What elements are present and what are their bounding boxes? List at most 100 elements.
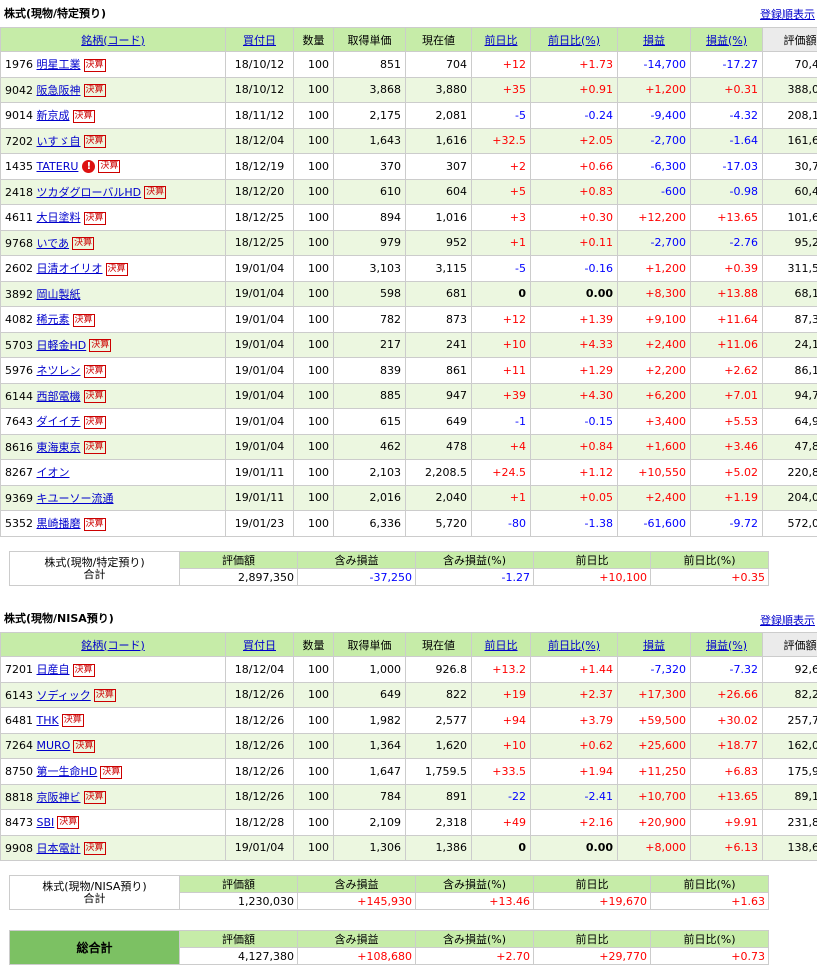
stock-name-link[interactable]: MURO [37, 739, 71, 752]
col-header-date[interactable]: 買付日 [225, 632, 294, 657]
stock-name-link[interactable]: キユーソー流通 [37, 492, 114, 505]
earnings-badge[interactable]: 決算 [72, 237, 95, 251]
stock-name-link[interactable]: 日産自 [37, 663, 70, 676]
earnings-badge[interactable]: 決算 [83, 842, 106, 856]
stock-name-link[interactable]: 日本電計 [37, 842, 81, 855]
sort-by-registration-link-2[interactable]: 登録順表示 [760, 612, 815, 628]
market-value: 220,850 [762, 459, 817, 486]
stock-name-link[interactable]: 阪急阪神 [37, 84, 81, 97]
earnings-badge[interactable]: 決算 [100, 765, 123, 779]
stock-name-link[interactable]: SBI [37, 816, 55, 829]
col-header-chg-pct[interactable]: 前日比(%) [530, 27, 618, 52]
col-header-pnl-pct[interactable]: 損益(%) [690, 27, 763, 52]
stock-name-link[interactable]: 明星工業 [37, 58, 81, 71]
col-header-chg[interactable]: 前日比 [471, 632, 531, 657]
stock-name-link[interactable]: 新京成 [37, 109, 70, 122]
table-row: 9908 日本電計 決算 19/01/04 100 1,306 1,386 0 0.00 +8,… [0, 834, 817, 861]
col-header-chg-pct[interactable]: 前日比(%) [530, 632, 618, 657]
stock-code: 5703 [5, 338, 33, 352]
earnings-badge[interactable]: 決算 [57, 816, 80, 829]
stock-name-link[interactable]: 岡山製紙 [37, 288, 81, 301]
stock-name-link[interactable]: イオン [37, 466, 70, 479]
summary-header: 含み損益(%) [415, 551, 534, 569]
stock-name-link[interactable]: 西部電機 [37, 390, 81, 403]
profit-loss-pct: -7.32 [690, 656, 763, 683]
buy-date: 19/01/04 [225, 433, 294, 460]
profit-loss: +17,300 [617, 681, 691, 708]
col-header-pnl-pct[interactable]: 損益(%) [690, 632, 763, 657]
alert-icon[interactable]: ! [82, 160, 96, 173]
stock-name-link[interactable]: ソディック [37, 689, 91, 702]
profit-loss-pct: +6.83 [690, 758, 763, 785]
cost-price: 979 [333, 229, 406, 256]
stock-code: 5976 [5, 364, 33, 378]
earnings-badge[interactable]: 決算 [83, 390, 106, 404]
profit-loss: +10,700 [617, 783, 691, 810]
earnings-badge[interactable]: 決算 [83, 135, 106, 149]
stock-name-link[interactable]: ダイイチ [37, 415, 81, 428]
stock-code: 9908 [5, 841, 33, 855]
col-header-qty: 数量 [293, 632, 334, 657]
stock-name-link[interactable]: TATERU [37, 160, 79, 173]
market-value: 24,100 [762, 331, 817, 358]
day-change-pct: -0.24 [530, 102, 618, 129]
stock-name-link[interactable]: THK [37, 714, 59, 727]
stock-name-cell: 9014 新京成 決算 [0, 102, 226, 129]
col-header-date[interactable]: 買付日 [225, 27, 294, 52]
stock-name-link[interactable]: いすゞ自 [37, 135, 81, 148]
stock-code: 8267 [5, 466, 33, 480]
stock-name-link[interactable]: いであ [37, 237, 70, 250]
earnings-badge[interactable]: 決算 [72, 313, 95, 327]
stock-code: 7264 [5, 739, 33, 752]
col-header-name[interactable]: 銘柄(コード) [0, 27, 226, 52]
col-header-price: 現在値 [405, 27, 472, 52]
stock-name-link[interactable]: ツカダグローバルHD [37, 186, 142, 199]
summary-value: 2,897,350 [179, 568, 298, 586]
earnings-badge[interactable]: 決算 [83, 84, 106, 98]
profit-loss-pct: +9.91 [690, 809, 763, 836]
col-header-pnl[interactable]: 損益 [617, 632, 691, 657]
stock-name-link[interactable]: 東海東京 [37, 441, 81, 454]
stock-name-link[interactable]: 大日塗料 [37, 211, 81, 224]
table-row: 2418 ツカダグローバルHD 決算 18/12/20 100 610 604 +5 +0.8… [0, 178, 817, 205]
stock-code: 6143 [5, 688, 33, 702]
cost-price: 2,103 [333, 459, 406, 486]
earnings-badge[interactable]: 決算 [83, 517, 106, 531]
summary-header: 前日比(%) [650, 551, 769, 569]
day-change: 0 [471, 834, 531, 861]
cost-price: 1,643 [333, 127, 406, 154]
current-price: 822 [405, 681, 472, 708]
buy-date: 18/12/20 [225, 178, 294, 205]
stock-name-link[interactable]: 京阪神ビ [37, 791, 81, 804]
earnings-badge[interactable]: 決算 [72, 663, 95, 677]
earnings-badge[interactable]: 決算 [93, 689, 116, 703]
stock-name-link[interactable]: ネツレン [37, 364, 81, 377]
earnings-badge[interactable]: 決算 [72, 109, 95, 123]
earnings-badge[interactable]: 決算 [83, 441, 106, 455]
earnings-badge[interactable]: 決算 [144, 186, 167, 200]
earnings-badge[interactable]: 決算 [61, 714, 84, 727]
profit-loss-pct: -0.98 [690, 178, 763, 205]
earnings-badge[interactable]: 決算 [89, 339, 112, 353]
earnings-badge[interactable]: 決算 [73, 739, 96, 753]
market-value: 572,000 [762, 510, 817, 537]
stock-name-cell: 6481 THK 決算 [0, 707, 226, 734]
stock-name-link[interactable]: 日清オイリオ [37, 262, 103, 275]
earnings-badge[interactable]: 決算 [83, 791, 106, 805]
stock-name-link[interactable]: 稀元素 [37, 313, 70, 326]
stock-name-cell: 9768 いであ 決算 [0, 229, 226, 256]
earnings-badge[interactable]: 決算 [98, 160, 121, 173]
stock-name-link[interactable]: 黒崎播磨 [37, 517, 81, 530]
sort-by-registration-link-1[interactable]: 登録順表示 [760, 6, 815, 22]
earnings-badge[interactable]: 決算 [105, 262, 128, 276]
cost-price: 3,103 [333, 255, 406, 282]
earnings-badge[interactable]: 決算 [83, 58, 106, 72]
stock-name-link[interactable]: 第一生命HD [37, 765, 98, 778]
earnings-badge[interactable]: 決算 [83, 211, 106, 225]
earnings-badge[interactable]: 決算 [83, 415, 106, 429]
earnings-badge[interactable]: 決算 [83, 364, 106, 378]
col-header-pnl[interactable]: 損益 [617, 27, 691, 52]
stock-name-link[interactable]: 日軽金HD [37, 339, 87, 352]
col-header-name[interactable]: 銘柄(コード) [0, 632, 226, 657]
col-header-chg[interactable]: 前日比 [471, 27, 531, 52]
